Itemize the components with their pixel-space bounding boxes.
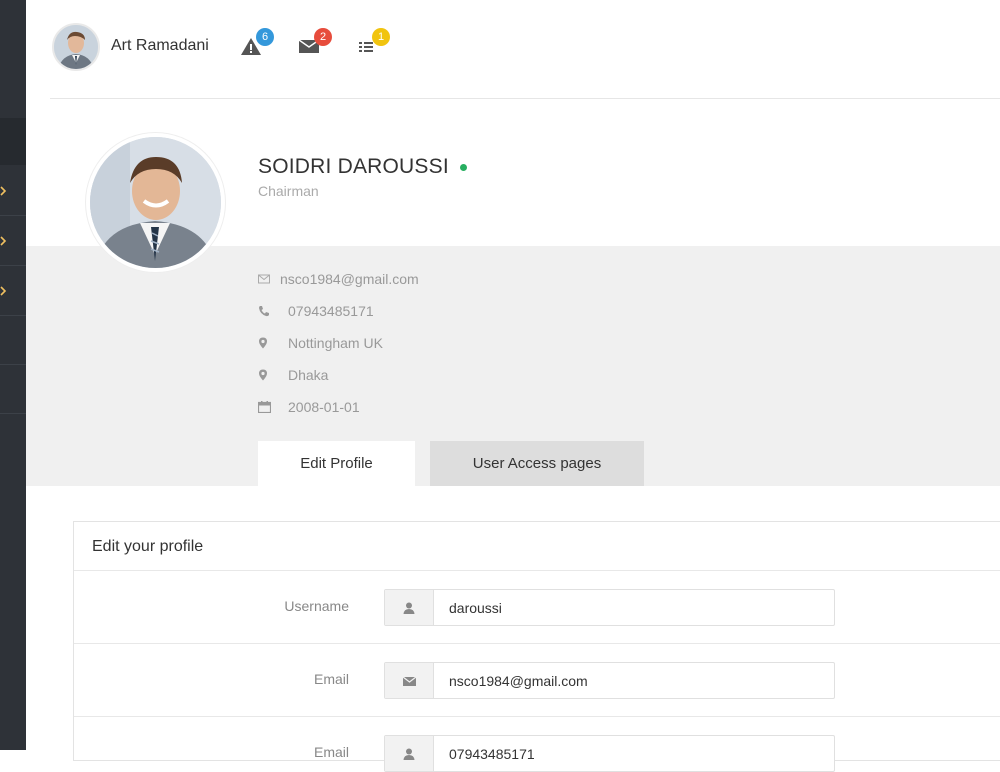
info-email: nsco1984@gmail.com [258, 269, 419, 289]
sidebar-divider [0, 265, 26, 266]
phone-input[interactable] [434, 736, 834, 771]
sidebar-divider [0, 215, 26, 216]
notification-badge: 6 [256, 28, 274, 46]
user-icon [385, 736, 434, 771]
username-input[interactable] [434, 590, 834, 625]
top-bar: Art Ramadani 6 2 1 [50, 0, 1000, 99]
sidebar-divider [0, 364, 26, 365]
envelope-icon [385, 663, 434, 698]
online-status-indicator [460, 164, 467, 171]
calendar-icon [258, 399, 280, 415]
email-label: Email [313, 671, 349, 687]
info-location: Dhaka [258, 365, 328, 385]
tab-user-access-pages[interactable]: User Access pages [430, 441, 644, 486]
chevron-right-icon[interactable] [0, 236, 8, 246]
info-text: 2008-01-01 [288, 399, 360, 415]
info-phone: 07943485171 [258, 301, 374, 321]
email-input[interactable] [434, 663, 834, 698]
notification-badge: 2 [314, 28, 332, 46]
edit-profile-panel: Edit your profile Username Email Email [73, 521, 1000, 772]
sidebar-active-item[interactable] [0, 118, 26, 165]
map-marker-icon [258, 367, 280, 383]
info-text: 07943485171 [288, 303, 374, 319]
username-field [384, 589, 835, 626]
info-location: Nottingham UK [258, 333, 383, 353]
profile-role: Chairman [258, 183, 319, 199]
info-date: 2008-01-01 [258, 397, 360, 417]
profile-avatar[interactable] [86, 133, 225, 272]
user-name[interactable]: Art Ramadani [111, 37, 209, 55]
panel-divider [74, 570, 1000, 571]
info-text: Nottingham UK [288, 335, 383, 351]
messages-notification[interactable]: 2 [298, 28, 332, 58]
email-field [384, 662, 835, 699]
chevron-right-icon[interactable] [0, 286, 8, 296]
avatar[interactable] [52, 23, 100, 71]
tab-edit-profile[interactable]: Edit Profile [258, 441, 415, 486]
notification-badge: 1 [372, 28, 390, 46]
envelope-icon [258, 271, 280, 287]
map-marker-icon [258, 335, 280, 351]
panel-title: Edit your profile [92, 538, 204, 555]
info-text[interactable]: nsco1984@gmail.com [280, 271, 419, 287]
sidebar [0, 0, 26, 750]
alerts-notification[interactable]: 6 [240, 28, 274, 58]
phone-label: Email [313, 744, 349, 760]
phone-field [384, 735, 835, 772]
username-label: Username [284, 598, 349, 614]
user-icon [385, 590, 434, 625]
info-text: Dhaka [288, 367, 329, 383]
panel-divider [74, 716, 1000, 717]
sidebar-divider [0, 413, 26, 414]
tasks-notification[interactable]: 1 [356, 28, 390, 58]
chevron-right-icon[interactable] [0, 186, 8, 196]
panel-divider [74, 643, 1000, 644]
profile-name: SOIDRI DAROUSSI [258, 155, 449, 178]
phone-icon [258, 303, 280, 319]
sidebar-divider [0, 315, 26, 316]
